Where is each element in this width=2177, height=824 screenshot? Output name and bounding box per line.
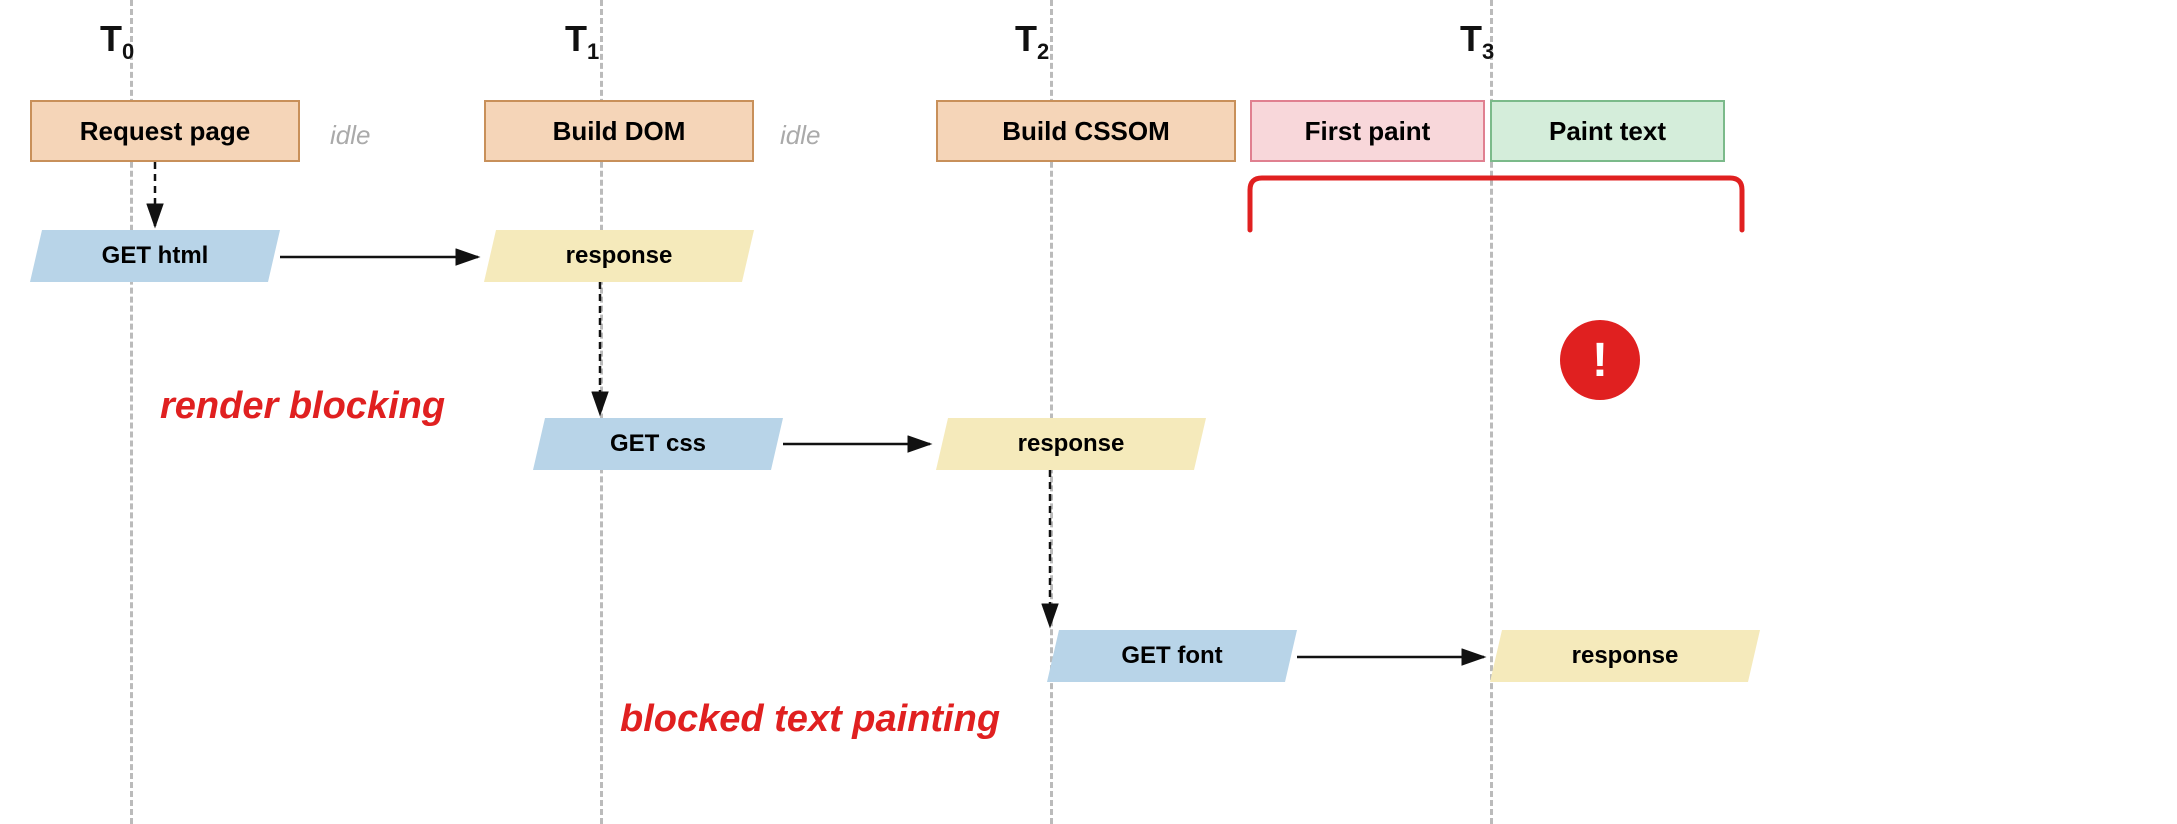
response2-box: response [936,418,1206,470]
idle1-label: idle [330,120,370,151]
build-cssom-box: Build CSSOM [936,100,1236,162]
blocked-text-painting-label: blocked text painting [620,698,1000,741]
build-dom-box: Build DOM [484,100,754,162]
first-paint-box: First paint [1250,100,1485,162]
response1-box: response [484,230,754,282]
paint-text-box: Paint text [1490,100,1725,162]
error-circle: ! [1560,320,1640,400]
diagram: T0 T1 T2 T3 Request page idle Build DOM … [0,0,2177,824]
t2-label: T2 [1015,18,1049,65]
t0-label: T0 [100,18,134,65]
t3-label: T3 [1460,18,1494,65]
red-brace-svg [1240,170,1750,240]
response3-box: response [1490,630,1760,682]
request-page-box: Request page [30,100,300,162]
get-css-box: GET css [533,418,783,470]
get-font-box: GET font [1047,630,1297,682]
get-html-box: GET html [30,230,280,282]
idle2-label: idle [780,120,820,151]
render-blocking-label: render blocking [160,385,445,428]
t1-label: T1 [565,18,599,65]
